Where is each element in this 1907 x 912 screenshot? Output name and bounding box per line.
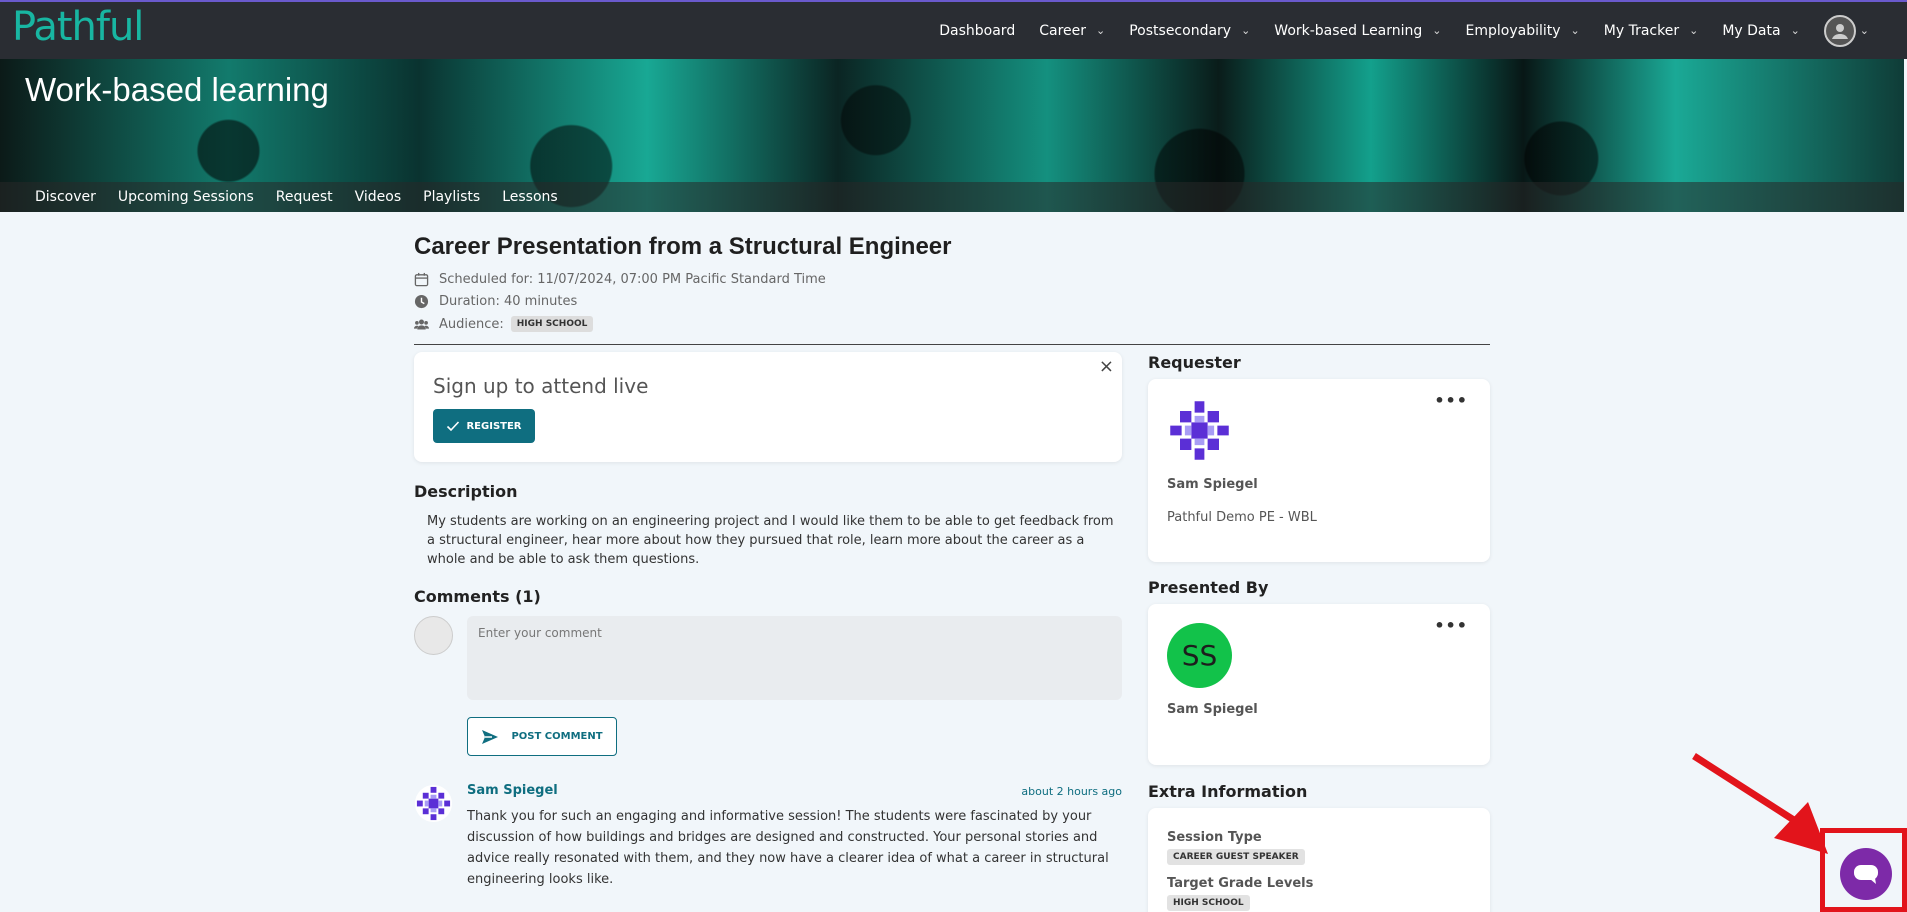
presenter-heading: Presented By (1148, 578, 1269, 597)
requester-org: Pathful Demo PE - WBL (1167, 510, 1317, 525)
scheduled-row: Scheduled for: 11/07/2024, 07:00 PM Paci… (414, 272, 826, 287)
chat-widget-button[interactable] (1840, 848, 1892, 900)
grade-label: Target Grade Levels (1167, 876, 1314, 891)
signup-title: Sign up to attend live (433, 374, 649, 398)
nav-label: Postsecondary (1129, 22, 1232, 39)
comment-author[interactable]: Sam Spiegel (467, 783, 558, 798)
grade-badge: HIGH SCHOOL (1167, 895, 1250, 911)
scheduled-text: Scheduled for: 11/07/2024, 07:00 PM Paci… (439, 272, 826, 287)
top-navbar: Pathful Dashboard Career ⌄ Postsecondary ⌄… (0, 0, 1907, 59)
chevron-down-icon: ⌄ (1790, 24, 1800, 37)
divider (414, 344, 1490, 345)
requester-card: ••• Sam Spiegel Pathful Demo PE - WBL (1148, 379, 1490, 562)
nav-label: Work-based Learning (1274, 22, 1423, 39)
chevron-down-icon: ⌄ (1689, 24, 1699, 37)
chevron-down-icon[interactable]: ⌄ (1860, 24, 1869, 37)
hero-banner: Work-based learning Discover Upcoming Se… (0, 59, 1904, 212)
description-heading: Description (414, 482, 518, 501)
sub-navigation: Discover Upcoming Sessions Request Video… (0, 182, 1904, 212)
annotation-arrow (1692, 753, 1828, 854)
register-button[interactable]: REGISTER (433, 409, 535, 443)
comments-heading: Comments (1) (414, 587, 541, 606)
chevron-down-icon: ⌄ (1241, 24, 1251, 37)
register-label: REGISTER (466, 420, 522, 432)
nav-label: Employability (1465, 22, 1561, 39)
close-icon[interactable]: × (1099, 356, 1114, 377)
comment-time: about 2 hours ago (1021, 785, 1122, 798)
nav-dashboard[interactable]: Dashboard (939, 23, 1015, 39)
requester-heading: Requester (1148, 353, 1241, 372)
nav-career[interactable]: Career ⌄ (1039, 23, 1105, 39)
tab-lessons[interactable]: Lessons (502, 189, 558, 205)
signup-card: Sign up to attend live × REGISTER (414, 352, 1122, 462)
audience-badge: HIGH SCHOOL (510, 316, 594, 332)
session-type-badge: CAREER GUEST SPEAKER (1167, 849, 1305, 865)
presenter-avatar: SS (1167, 623, 1232, 688)
nav-my-data[interactable]: My Data ⌄ (1722, 23, 1799, 39)
chevron-down-icon: ⌄ (1432, 24, 1442, 37)
clock-icon (414, 294, 429, 309)
extra-info-heading: Extra Information (1148, 782, 1308, 801)
main-nav: Dashboard Career ⌄ Postsecondary ⌄ Work-ba… (915, 2, 1869, 59)
calendar-icon (414, 272, 429, 287)
requester-name: Sam Spiegel (1167, 477, 1258, 492)
nav-label: Career (1039, 22, 1087, 39)
post-comment-button[interactable]: POST COMMENT (467, 717, 617, 756)
nav-postsecondary[interactable]: Postsecondary ⌄ (1129, 23, 1250, 39)
user-avatar-icon[interactable] (1823, 14, 1856, 47)
chat-icon (1854, 865, 1878, 884)
chevron-down-icon: ⌄ (1570, 24, 1580, 37)
session-title: Career Presentation from a Structural En… (414, 233, 952, 260)
tab-videos[interactable]: Videos (355, 189, 402, 205)
tab-request[interactable]: Request (276, 189, 333, 205)
pathful-logo[interactable]: Pathful (12, 4, 144, 50)
comment-input[interactable]: Enter your comment (467, 616, 1122, 700)
nav-label: My Tracker (1603, 22, 1680, 39)
people-icon (414, 319, 429, 329)
presenter-card: ••• SS Sam Spiegel (1148, 604, 1490, 765)
tab-discover[interactable]: Discover (35, 189, 96, 205)
current-user-avatar (414, 616, 453, 655)
comment-text: Thank you for such an engaging and infor… (467, 809, 1109, 887)
audience-label: Audience: (439, 316, 504, 332)
nav-work-based-learning[interactable]: Work-based Learning ⌄ (1274, 23, 1441, 39)
commenter-avatar (414, 784, 453, 823)
session-type-label: Session Type (1167, 830, 1262, 845)
tab-upcoming-sessions[interactable]: Upcoming Sessions (118, 189, 254, 205)
nav-label: My Data (1722, 22, 1781, 39)
description-text: My students are working on an engineerin… (427, 514, 1114, 567)
audience-row: Audience: HIGH SCHOOL (414, 316, 594, 332)
more-options-icon[interactable]: ••• (1434, 391, 1468, 410)
requester-avatar (1168, 399, 1231, 462)
chevron-down-icon: ⌄ (1096, 24, 1106, 37)
post-comment-label: POST COMMENT (511, 731, 603, 742)
page-title: Work-based learning (25, 71, 329, 108)
duration-row: Duration: 40 minutes (414, 294, 577, 309)
presenter-name: Sam Spiegel (1167, 702, 1258, 717)
more-options-icon[interactable]: ••• (1434, 616, 1468, 635)
nav-label: Dashboard (939, 22, 1016, 39)
tab-playlists[interactable]: Playlists (423, 189, 480, 205)
extra-info-card: Session Type CAREER GUEST SPEAKER Target… (1148, 808, 1490, 912)
nav-employability[interactable]: Employability ⌄ (1466, 23, 1580, 39)
nav-my-tracker[interactable]: My Tracker ⌄ (1604, 23, 1699, 39)
send-icon (482, 729, 499, 744)
duration-text: Duration: 40 minutes (439, 294, 578, 309)
check-icon (447, 421, 460, 432)
